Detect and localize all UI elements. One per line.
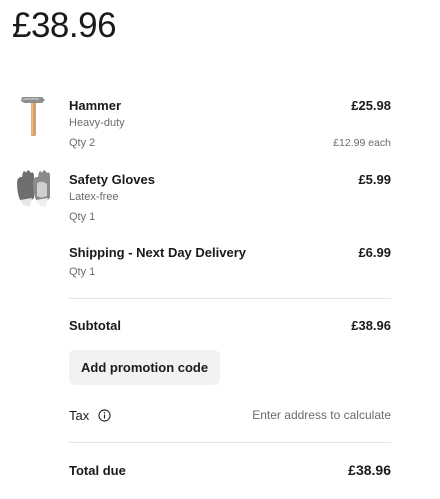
hammer-image xyxy=(21,97,45,136)
item-price: £25.98 xyxy=(351,98,391,113)
item-name: Shipping - Next Day Delivery xyxy=(69,245,246,260)
item-price: £6.99 xyxy=(358,245,391,260)
line-item-safety-gloves: Safety Gloves Latex-free Qty 1 £5.99 xyxy=(0,166,440,240)
order-total: £38.96 xyxy=(12,6,117,45)
tax-label: Tax xyxy=(69,408,90,423)
item-name: Hammer xyxy=(69,98,122,113)
tax-value: Enter address to calculate xyxy=(252,408,391,422)
item-quantity: Qty 1 xyxy=(69,211,96,223)
add-promotion-code-button[interactable]: Add promotion code xyxy=(69,350,221,385)
line-items: Hammer Heavy-duty Qty 2 £25.98 £12.99 ea… xyxy=(0,92,440,314)
item-description: Heavy-duty xyxy=(69,117,125,129)
divider xyxy=(69,298,391,299)
divider xyxy=(69,442,391,443)
item-unit-price: £12.99 each xyxy=(333,137,391,149)
line-item-hammer: Hammer Heavy-duty Qty 2 £25.98 £12.99 ea… xyxy=(0,92,440,166)
item-name: Safety Gloves xyxy=(69,172,155,187)
subtotal-label: Subtotal xyxy=(69,318,121,333)
info-icon[interactable] xyxy=(98,409,111,422)
line-item-shipping: Shipping - Next Day Delivery Qty 1 £6.99 xyxy=(0,240,440,314)
subtotal-value: £38.96 xyxy=(351,318,391,333)
item-description: Latex-free xyxy=(69,191,119,203)
gloves-image xyxy=(17,170,50,207)
total-due-label: Total due xyxy=(69,463,126,478)
item-quantity: Qty 2 xyxy=(69,137,96,149)
item-quantity: Qty 1 xyxy=(69,266,96,278)
item-price: £5.99 xyxy=(358,172,391,187)
total-due-value: £38.96 xyxy=(348,462,391,478)
